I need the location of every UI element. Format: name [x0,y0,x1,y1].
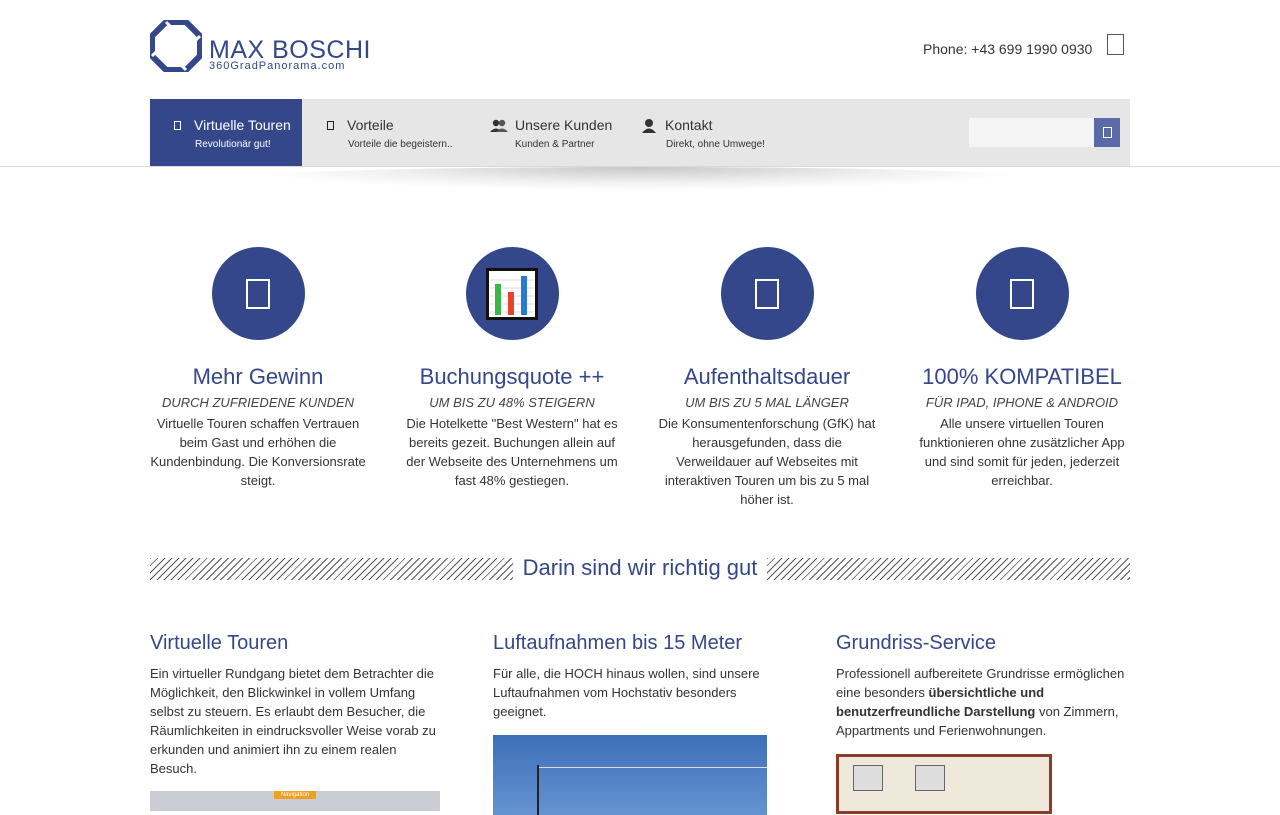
feature-text: Die Hotelkette "Best Western" hat es ber… [406,416,618,488]
feature-icon-circle [975,247,1069,340]
nav-item-kontakt[interactable]: Kontakt Direkt, ohne Umwege! [616,99,816,166]
nav-item-vorteile[interactable]: Vorteile Vorteile die begeistern.. [302,99,464,166]
feature-icon-circle [720,247,814,340]
feature-buchungsquote: Buchungsquote ++ UM BIS ZU 48% STEIGERN … [402,247,622,490]
logo-octagon-icon [150,20,202,72]
search-input[interactable] [969,118,1094,147]
logo[interactable]: MAX BOSCHI 360GradPanorama.com [150,20,371,72]
nav-sub: Direkt, ohne Umwege! [666,139,765,150]
section-divider: Darin sind wir richtig gut [150,553,1130,585]
mobile-phone-icon[interactable] [1107,34,1124,55]
search-icon [1102,127,1112,138]
camera-icon [174,119,181,133]
service-title[interactable]: Grundriss-Service [836,630,1130,656]
feature-mehr-gewinn: Mehr Gewinn DURCH ZUFRIEDENE KUNDEN Virt… [148,247,368,490]
nav-label: Unsere Kunden [515,117,613,133]
floor-plan-image[interactable] [836,754,1052,814]
service-luftaufnahmen: Luftaufnahmen bis 15 Meter Für alle, die… [493,630,783,721]
phone-number[interactable]: Phone: +43 699 1990 0930 [923,41,1092,57]
feature-title: 100% KOMPATIBEL [922,364,1122,389]
bed-shape [853,765,883,791]
feature-icon-circle [465,247,559,340]
nav-label: Vorteile [347,117,394,133]
users-icon [490,119,508,132]
feature-subtitle: UM BIS ZU 48% STEIGERN [429,395,595,410]
feature-text: Alle unsere virtuellen Touren funktionie… [919,416,1125,488]
feature-title: Buchungsquote ++ [419,364,605,389]
nav-sub: Vorteile die begeistern.. [348,139,453,150]
nav-sub: Revolutionär gut! [195,139,271,150]
nav-label: Virtuelle Touren [194,117,291,133]
navigation-tag: Navigation [274,791,316,799]
feature-title: Mehr Gewinn [192,364,324,389]
feature-subtitle: UM BIS ZU 5 MAL LÄNGER [685,395,849,410]
nav-item-virtuelle-touren[interactable]: Virtuelle Touren Revolutionär gut! [150,99,302,166]
nav-shadow [230,167,1050,191]
wire [539,767,767,768]
search-button[interactable] [1094,118,1120,147]
feature-text: Virtuelle Touren schaffen Vertrauen beim… [150,416,366,488]
feature-icon-circle [211,247,305,340]
nav-item-unsere-kunden[interactable]: Unsere Kunden Kunden & Partner [464,99,616,166]
bar-chart-icon [486,267,538,320]
user-icon [642,119,656,133]
section-title: Darin sind wir richtig gut [150,555,1130,581]
devices-icon [1010,278,1034,309]
service-text: Ein virtueller Rundgang bietet dem Betra… [150,666,436,776]
clock-icon [755,278,779,309]
virtual-tour-image[interactable]: Navigation [150,791,440,811]
feature-aufenthaltsdauer: Aufenthaltsdauer UM BIS ZU 5 MAL LÄNGER … [657,247,877,509]
tripod-pole [537,765,539,815]
feature-text: Die Konsumentenforschung (GfK) hat herau… [658,416,876,507]
nav-sub: Kunden & Partner [515,139,595,150]
service-title[interactable]: Virtuelle Touren [150,630,442,656]
bed-shape [915,765,945,791]
service-text: Professionell aufbereitete Grundrisse er… [836,666,1125,738]
service-virtuelle-touren: Virtuelle Touren Ein virtueller Rundgang… [150,630,442,778]
aerial-photo-image[interactable] [493,735,767,815]
service-grundriss: Grundriss-Service Professionell aufberei… [836,630,1130,740]
feature-kompatibel: 100% KOMPATIBEL FÜR IPAD, IPHONE & ANDRO… [912,247,1132,490]
service-title[interactable]: Luftaufnahmen bis 15 Meter [493,630,783,656]
nav-label: Kontakt [665,117,713,133]
service-text: Für alle, die HOCH hinaus wollen, sind u… [493,666,760,719]
money-icon [246,278,270,309]
feature-title: Aufenthaltsdauer [683,364,851,389]
star-icon [327,119,334,133]
feature-subtitle: DURCH ZUFRIEDENE KUNDEN [161,395,355,410]
feature-subtitle: FÜR IPAD, IPHONE & ANDROID [925,395,1119,410]
